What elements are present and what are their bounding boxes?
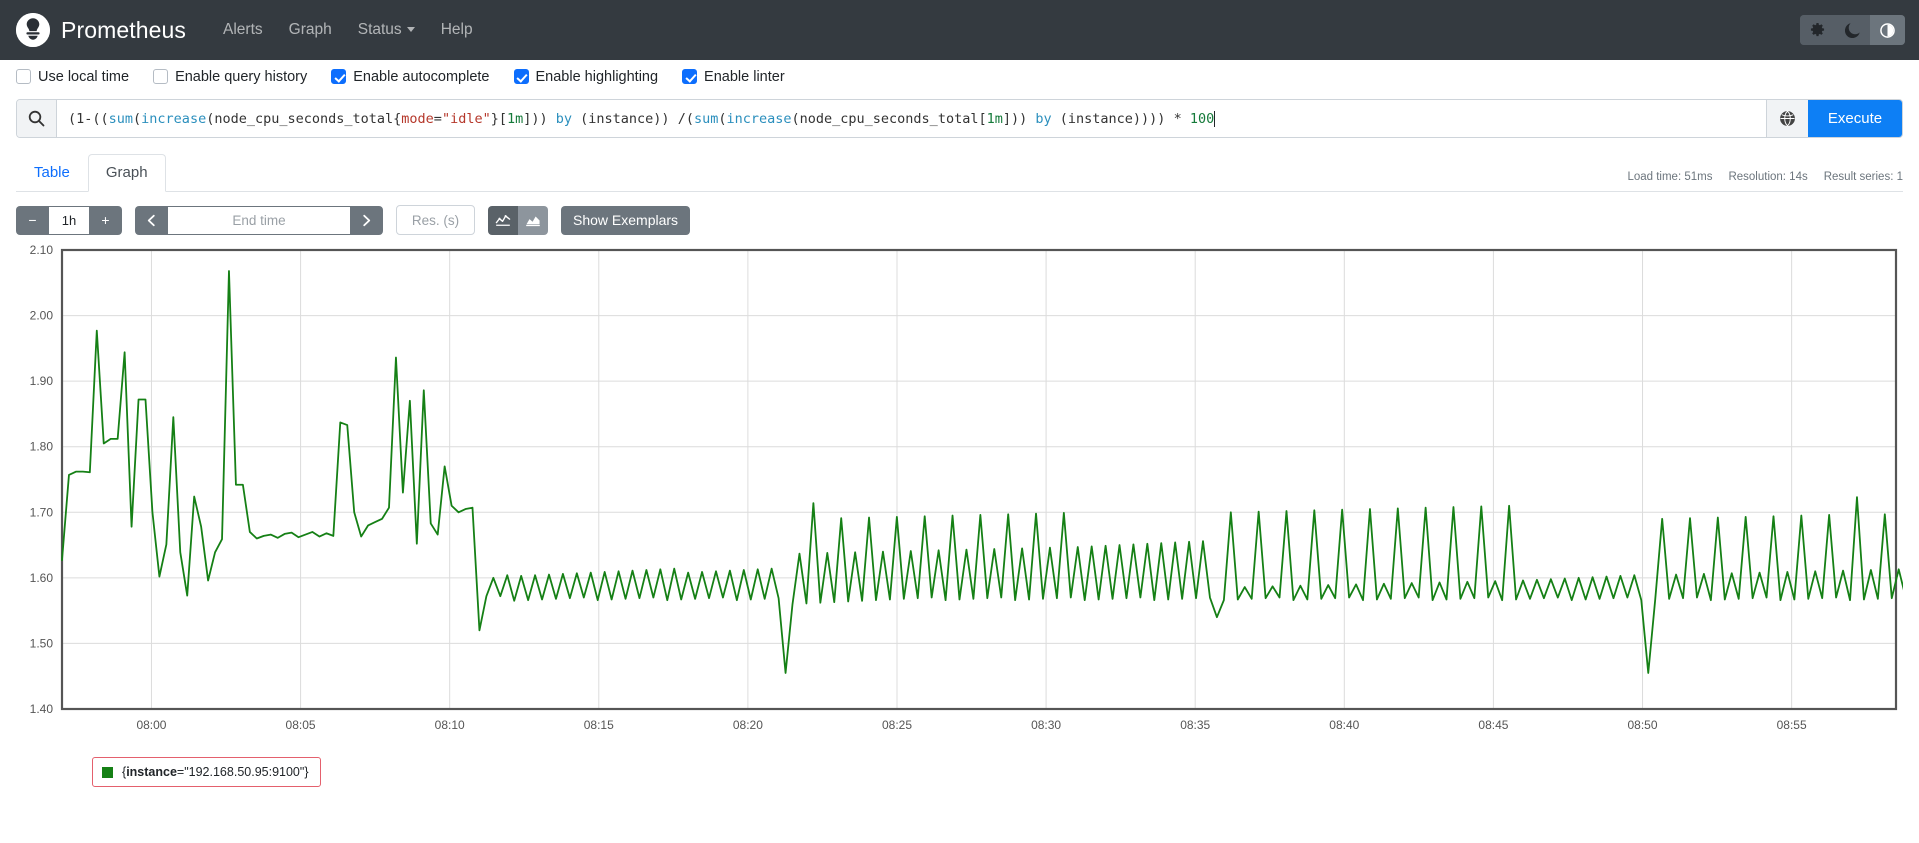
end-time-picker: End time	[135, 205, 383, 235]
chevron-left-icon	[147, 214, 155, 226]
nav-link-alerts[interactable]: Alerts	[210, 13, 276, 47]
enable-linter-checkbox[interactable]	[682, 69, 698, 84]
graph-controls: − 1h + End time Show Exemplars	[0, 192, 1919, 235]
use-local-time-checkbox[interactable]	[16, 69, 31, 84]
main-nav: Alerts Graph Status Help	[210, 13, 486, 47]
moon-icon	[1845, 22, 1860, 38]
enable-autocomplete-label: Enable autocomplete	[353, 68, 490, 85]
brand-title: Prometheus	[61, 16, 187, 43]
x-axis-tick-label: 08:05	[286, 718, 316, 732]
chart-mode-group	[488, 205, 548, 235]
theme-toggle-group	[1800, 15, 1905, 45]
result-tabs: Table Graph Load time: 51ms Resolution: …	[16, 153, 1903, 193]
area-chart-icon-button[interactable]	[518, 205, 548, 235]
navbar-right	[1800, 15, 1905, 45]
gear-icon	[1810, 22, 1825, 36]
y-axis-tick-label: 1.50	[30, 636, 54, 650]
x-axis-tick-label: 08:20	[733, 718, 763, 732]
result-series-status: Result series: 1	[1823, 171, 1903, 183]
resolution-status: Resolution: 14s	[1728, 171, 1808, 183]
range-increase-button[interactable]: +	[89, 205, 122, 235]
use-local-time-label: Use local time	[38, 68, 130, 85]
chevron-right-icon	[363, 214, 371, 226]
nav-link-help[interactable]: Help	[428, 13, 486, 47]
query-status: Load time: 51ms Resolution: 14s Result s…	[1627, 171, 1903, 183]
tab-table[interactable]: Table	[16, 154, 88, 193]
show-exemplars-button[interactable]: Show Exemplars	[561, 205, 691, 235]
x-axis-tick-label: 08:45	[1478, 718, 1508, 732]
prometheus-logo-icon	[16, 13, 50, 47]
enable-linter-label: Enable linter	[704, 68, 785, 85]
next-time-button[interactable]	[350, 205, 383, 235]
text-cursor	[1214, 110, 1216, 127]
option-enable-autocomplete[interactable]: Enable autocomplete	[331, 68, 490, 85]
y-axis-tick-label: 1.90	[30, 374, 54, 388]
search-icon	[28, 110, 45, 127]
graph-container: 1.40 1.50 1.60 1.70 1.80 1.90 2.00 2.10 08:00 08:…	[0, 235, 1919, 747]
y-axis-tick-label: 1.80	[30, 440, 54, 454]
x-axis-tick-label: 08:25	[882, 718, 912, 732]
search-icon-box	[17, 100, 57, 137]
nav-link-status[interactable]: Status	[345, 13, 428, 47]
previous-time-button[interactable]	[135, 205, 168, 235]
auto-theme-icon-button[interactable]	[1870, 15, 1905, 45]
x-axis-tick-label: 08:35	[1180, 718, 1210, 732]
area-chart-icon	[526, 216, 540, 227]
tab-graph[interactable]: Graph	[87, 153, 166, 192]
x-axis-tick-label: 08:30	[1031, 718, 1061, 732]
globe-icon	[1780, 110, 1795, 127]
x-axis-tick-label: 08:40	[1329, 718, 1359, 732]
x-axis-tick-label: 08:15	[584, 718, 614, 732]
navbar: Prometheus Alerts Graph Status Help	[0, 0, 1919, 60]
y-axis-tick-label: 1.60	[30, 571, 54, 585]
chart-legend: {instance="192.168.50.95:9100"}	[0, 747, 1919, 787]
legend-item-label: {instance="192.168.50.95:9100"}	[122, 765, 309, 779]
moon-icon-button[interactable]	[1835, 15, 1870, 45]
option-use-local-time[interactable]: Use local time	[16, 69, 129, 85]
option-enable-highlighting[interactable]: Enable highlighting	[513, 68, 659, 85]
y-axis-tick-label: 1.40	[30, 702, 54, 716]
end-time-input[interactable]: End time	[168, 205, 350, 235]
enable-highlighting-label: Enable highlighting	[535, 68, 659, 85]
gear-icon-button[interactable]	[1800, 15, 1835, 45]
nav-link-graph-label: Graph	[288, 21, 332, 38]
globe-icon-button[interactable]	[1766, 100, 1808, 137]
y-axis-tick-label: 2.00	[30, 309, 54, 323]
x-axis-tick-label: 08:10	[435, 718, 465, 732]
legend-item[interactable]: {instance="192.168.50.95:9100"}	[92, 757, 321, 787]
query-options-row: Use local time Enable query history Enab…	[0, 60, 1919, 93]
query-bar-wrap: (1-((sum(increase(node_cpu_seconds_total…	[0, 93, 1919, 138]
query-bar: (1-((sum(increase(node_cpu_seconds_total…	[16, 99, 1903, 138]
option-enable-query-history[interactable]: Enable query history	[153, 69, 307, 85]
execute-button[interactable]: Execute	[1808, 100, 1902, 137]
nav-link-status-label: Status	[357, 21, 402, 38]
line-chart-icon	[495, 215, 511, 226]
legend-color-swatch	[102, 766, 113, 778]
enable-query-history-label: Enable query history	[175, 68, 308, 85]
enable-autocomplete-checkbox[interactable]	[331, 69, 347, 84]
range-stepper: − 1h +	[16, 205, 122, 235]
half-circle-icon	[1880, 22, 1895, 38]
range-value[interactable]: 1h	[49, 205, 89, 235]
enable-highlighting-checkbox[interactable]	[513, 69, 529, 84]
resolution-input[interactable]	[396, 205, 475, 235]
y-axis-tick-label: 2.10	[30, 243, 54, 257]
y-axis-tick-label: 1.70	[30, 505, 54, 519]
query-input[interactable]: (1-((sum(increase(node_cpu_seconds_total…	[57, 100, 1766, 137]
time-series-chart[interactable]: 1.40 1.50 1.60 1.70 1.80 1.90 2.00 2.10 08:00 08:…	[16, 242, 1919, 742]
x-axis-tick-label: 08:55	[1777, 718, 1807, 732]
chevron-down-icon	[406, 27, 415, 32]
load-time-status: Load time: 51ms	[1627, 171, 1713, 183]
brand[interactable]: Prometheus	[16, 13, 186, 47]
option-enable-linter[interactable]: Enable linter	[682, 69, 785, 85]
enable-query-history-checkbox[interactable]	[153, 69, 169, 84]
line-chart-icon-button[interactable]	[488, 205, 518, 235]
nav-link-graph[interactable]: Graph	[276, 13, 345, 47]
x-axis-tick-label: 08:00	[136, 718, 166, 732]
nav-link-alerts-label: Alerts	[223, 21, 263, 38]
range-decrease-button[interactable]: −	[16, 205, 49, 235]
x-axis-tick-label: 08:50	[1628, 718, 1658, 732]
series-line	[61, 270, 1919, 674]
nav-link-help-label: Help	[440, 21, 473, 38]
